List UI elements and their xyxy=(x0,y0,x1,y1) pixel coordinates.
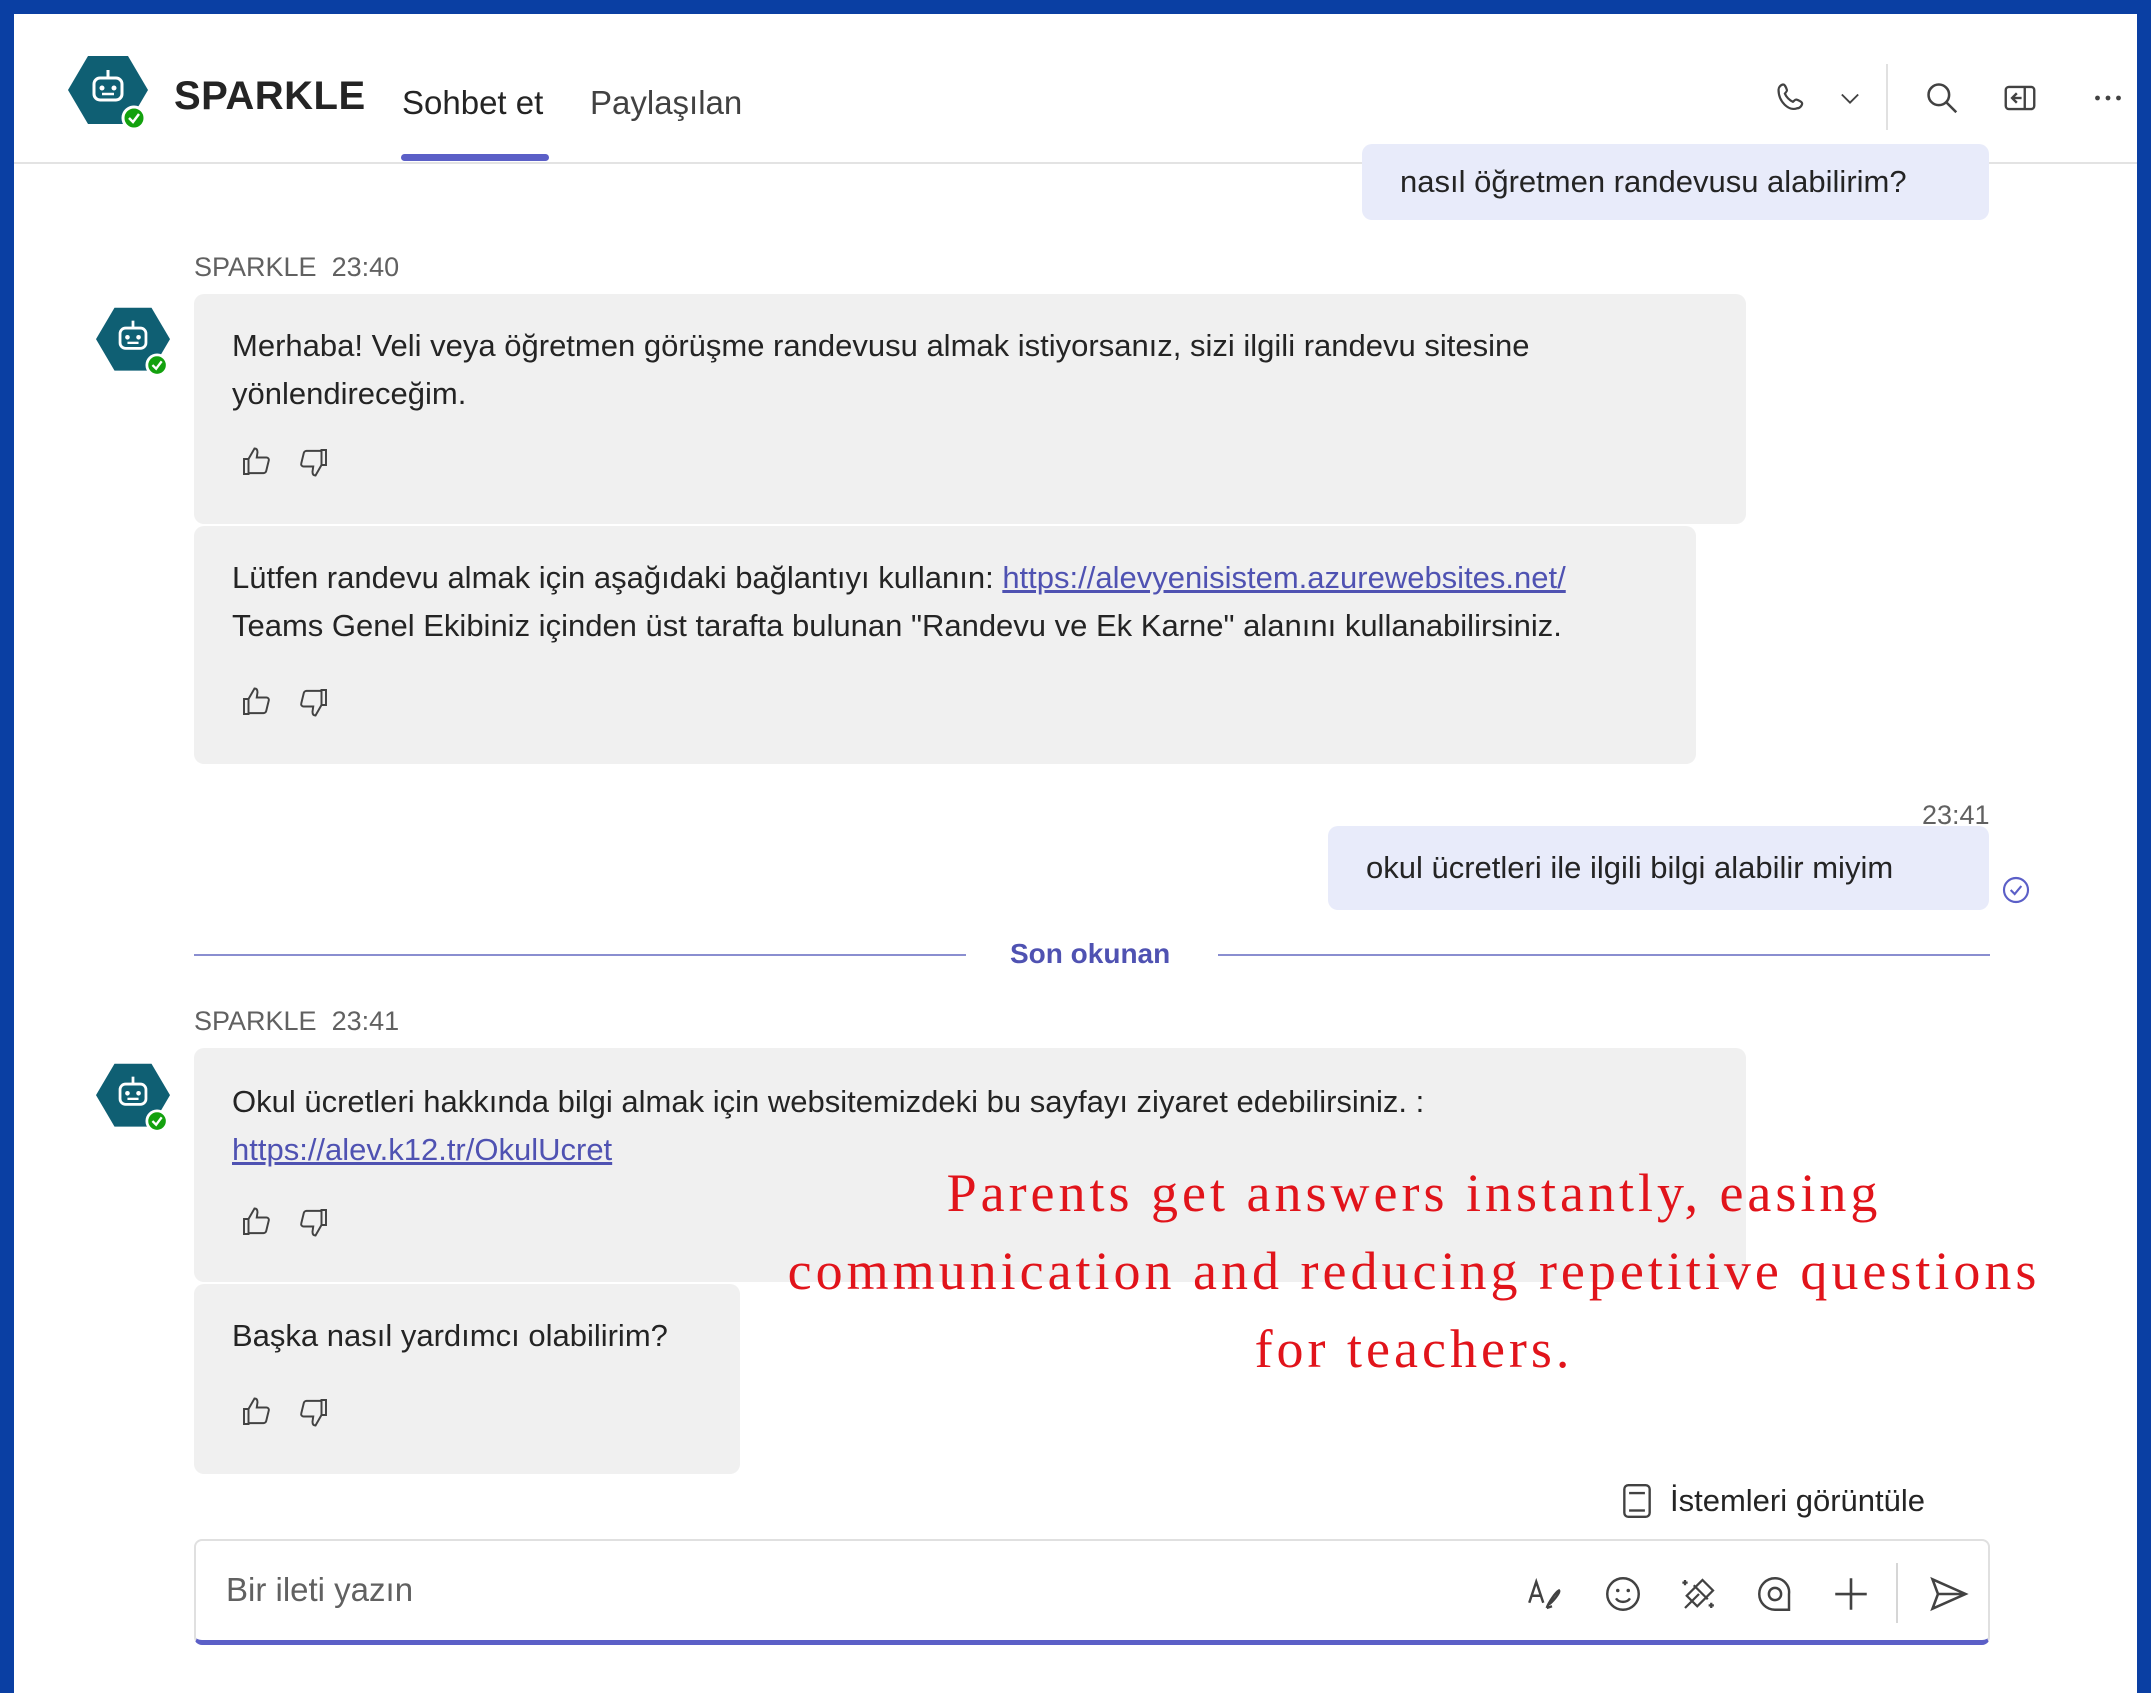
message-sender: SPARKLE 23:40 xyxy=(194,252,399,283)
bot-message-text: Başka nasıl yardımcı olabilirim? xyxy=(232,1318,668,1353)
user-message-text: nasıl öğretmen randevusu alabilirim? xyxy=(1400,164,1907,199)
thumbs-up-icon[interactable] xyxy=(238,1394,274,1430)
reaction-bar xyxy=(238,1394,332,1430)
sender-name: SPARKLE xyxy=(194,1006,317,1036)
search-icon[interactable] xyxy=(1920,76,1964,120)
phone-icon[interactable] xyxy=(1770,76,1814,120)
active-tab-indicator xyxy=(401,154,549,161)
thumbs-down-icon[interactable] xyxy=(296,1204,332,1240)
overlay-caption: Parents get answers instantly, easing co… xyxy=(714,1154,2114,1388)
reaction-bar xyxy=(238,1204,332,1240)
bot-message-line: Lütfen randevu almak için aşağıdaki bağl… xyxy=(232,560,1003,595)
message-input[interactable] xyxy=(226,1571,1426,1609)
bot-avatar-icon[interactable] xyxy=(68,52,148,132)
bot-message-line: Merhaba! Veli veya öğretmen görüşme rand… xyxy=(232,328,1530,363)
bot-message-bubble: Merhaba! Veli veya öğretmen görüşme rand… xyxy=(194,294,1746,524)
thumbs-down-icon[interactable] xyxy=(296,1394,332,1430)
last-read-label: Son okunan xyxy=(1010,938,1171,969)
more-icon[interactable] xyxy=(2086,76,2130,120)
view-prompts-button[interactable]: İstemleri görüntüle xyxy=(1620,1482,1925,1520)
bot-message-text: Lütfen randevu almak için aşağıdaki bağl… xyxy=(232,554,1566,650)
message-time: 23:40 xyxy=(331,252,400,282)
popout-icon[interactable] xyxy=(1998,76,2042,120)
separator-line xyxy=(194,954,966,956)
thumbs-down-icon[interactable] xyxy=(296,684,332,720)
thumbs-up-icon[interactable] xyxy=(238,684,274,720)
appointment-link[interactable]: https://alevyenisistem.azurewebsites.net… xyxy=(1002,560,1565,595)
bot-message-bubble: Başka nasıl yardımcı olabilirim? xyxy=(194,1284,740,1474)
compose-divider xyxy=(1896,1563,1898,1623)
overlay-line: for teachers. xyxy=(1254,1319,1574,1379)
separator-line xyxy=(1218,954,1990,956)
bot-message-line: yönlendireceğim. xyxy=(232,376,467,411)
bot-message-bubble: Lütfen randevu almak için aşağıdaki bağl… xyxy=(194,526,1696,764)
chat-header: SPARKLE Sohbet et Paylaşılan xyxy=(14,14,2137,164)
bot-avatar-icon xyxy=(96,1063,170,1133)
tab-chat[interactable]: Sohbet et xyxy=(402,84,543,122)
message-time: 23:41 xyxy=(331,1006,400,1036)
overlay-line: communication and reducing repetitive qu… xyxy=(787,1241,2041,1301)
user-message-text: okul ücretleri ile ilgili bilgi alabilir… xyxy=(1366,850,1894,885)
teams-chat-window: SPARKLE Sohbet et Paylaşılan nasıl öğret… xyxy=(14,14,2137,1693)
bot-message-line: Okul ücretleri hakkında bilgi almak için… xyxy=(232,1084,1425,1119)
tab-shared[interactable]: Paylaşılan xyxy=(590,84,742,122)
fees-link[interactable]: https://alev.k12.tr/OkulUcret xyxy=(232,1132,612,1167)
format-icon[interactable] xyxy=(1522,1571,1568,1617)
app-name: SPARKLE xyxy=(174,74,366,118)
user-message-bubble: okul ücretleri ile ilgili bilgi alabilir… xyxy=(1328,826,1989,910)
header-divider xyxy=(1886,64,1888,130)
message-sender: SPARKLE 23:41 xyxy=(194,1006,399,1037)
copilot-icon[interactable] xyxy=(1676,1571,1722,1617)
emoji-icon[interactable] xyxy=(1600,1571,1646,1617)
send-icon[interactable] xyxy=(1926,1571,1972,1617)
loop-icon[interactable] xyxy=(1752,1571,1798,1617)
user-message-bubble: nasıl öğretmen randevusu alabilirim? xyxy=(1362,144,1989,220)
chevron-down-icon[interactable] xyxy=(1828,76,1872,120)
reaction-bar xyxy=(238,444,332,480)
notebook-icon xyxy=(1623,1483,1651,1519)
message-compose-box xyxy=(194,1539,1990,1645)
add-icon[interactable] xyxy=(1828,1571,1874,1617)
bot-message-text: Merhaba! Veli veya öğretmen görüşme rand… xyxy=(232,322,1529,418)
thumbs-up-icon[interactable] xyxy=(238,1204,274,1240)
overlay-line: Parents get answers instantly, easing xyxy=(946,1163,1882,1223)
thumbs-up-icon[interactable] xyxy=(238,444,274,480)
read-receipt-icon xyxy=(2002,876,2030,904)
reaction-bar xyxy=(238,684,332,720)
bot-avatar-icon xyxy=(96,307,170,377)
view-prompts-label: İstemleri görüntüle xyxy=(1670,1483,1926,1518)
sender-name: SPARKLE xyxy=(194,252,317,282)
thumbs-down-icon[interactable] xyxy=(296,444,332,480)
bot-message-line: Teams Genel Ekibiniz içinden üst tarafta… xyxy=(232,608,1562,643)
